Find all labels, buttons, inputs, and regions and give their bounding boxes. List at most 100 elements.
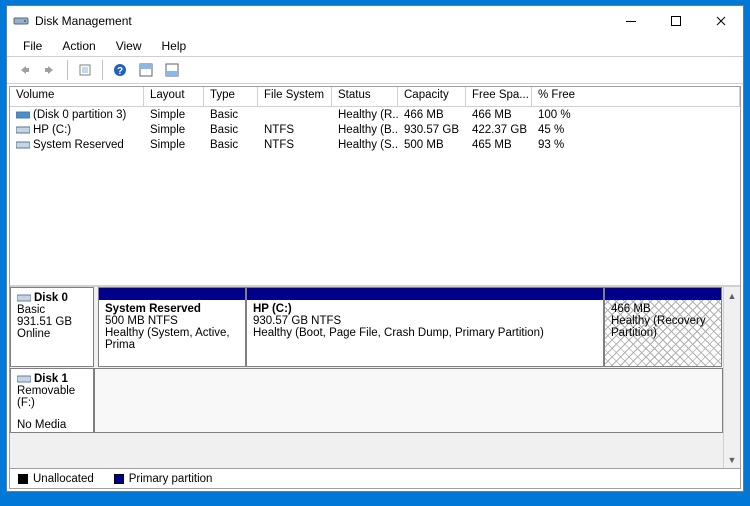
toolbar-separator bbox=[67, 60, 68, 80]
col-status[interactable]: Status bbox=[332, 87, 398, 106]
volume-row[interactable]: (Disk 0 partition 3) SimpleBasic Healthy (… bbox=[10, 107, 740, 122]
partition-status: Healthy (Boot, Page File, Crash Dump, Pr… bbox=[253, 327, 597, 339]
disk-row[interactable]: Disk 0 Basic 931.51 GB Online System Res… bbox=[10, 287, 723, 367]
drive-icon bbox=[16, 125, 30, 135]
partition-title: System Reserved bbox=[105, 303, 239, 315]
disk-title: Disk 0 bbox=[34, 292, 68, 304]
disk-info[interactable]: Disk 0 Basic 931.51 GB Online bbox=[10, 287, 94, 367]
partition-color-bar bbox=[247, 288, 603, 300]
view-bottom-button[interactable] bbox=[161, 59, 183, 81]
minimize-button[interactable] bbox=[608, 6, 653, 36]
col-free[interactable]: Free Spa... bbox=[466, 87, 532, 106]
volume-type: Basic bbox=[204, 137, 258, 152]
disk-graphical-view: Disk 0 Basic 931.51 GB Online System Res… bbox=[10, 287, 740, 468]
disk-type: Basic bbox=[17, 304, 87, 316]
disk-state: No Media bbox=[17, 419, 87, 431]
volume-pctfree: 100 % bbox=[532, 107, 740, 122]
close-button[interactable] bbox=[698, 6, 743, 36]
drive-icon bbox=[16, 140, 30, 150]
volume-list[interactable]: Volume Layout Type File System Status Ca… bbox=[10, 87, 740, 287]
col-layout[interactable]: Layout bbox=[144, 87, 204, 106]
disk-management-window: Disk Management File Action View Help ? … bbox=[6, 5, 744, 492]
scroll-down-button[interactable]: ▼ bbox=[725, 451, 740, 468]
col-volume[interactable]: Volume bbox=[10, 87, 144, 106]
disk-type: Removable (F:) bbox=[17, 385, 87, 409]
content-area: Volume Layout Type File System Status Ca… bbox=[9, 86, 741, 489]
volume-name: (Disk 0 partition 3) bbox=[33, 109, 126, 121]
disk-icon bbox=[17, 293, 31, 303]
col-capacity[interactable]: Capacity bbox=[398, 87, 466, 106]
menu-file[interactable]: File bbox=[15, 38, 50, 54]
volume-type: Basic bbox=[204, 107, 258, 122]
partition-status: Healthy (Recovery Partition) bbox=[611, 315, 715, 339]
toolbar-separator bbox=[102, 60, 103, 80]
volume-free: 466 MB bbox=[466, 107, 532, 122]
disk-icon bbox=[17, 374, 31, 384]
partition-status: Healthy (System, Active, Prima bbox=[105, 327, 239, 351]
volume-list-header: Volume Layout Type File System Status Ca… bbox=[10, 87, 740, 107]
refresh-button[interactable] bbox=[74, 59, 96, 81]
menu-help[interactable]: Help bbox=[154, 38, 195, 54]
volume-pctfree: 93 % bbox=[532, 137, 740, 152]
window-controls bbox=[608, 6, 743, 36]
volume-capacity: 466 MB bbox=[398, 107, 466, 122]
volume-fs: NTFS bbox=[258, 122, 332, 137]
back-button[interactable] bbox=[13, 59, 35, 81]
disk-info[interactable]: Disk 1 Removable (F:) No Media bbox=[10, 368, 94, 433]
view-top-button[interactable] bbox=[135, 59, 157, 81]
col-filesystem[interactable]: File System bbox=[258, 87, 332, 106]
col-pctfree[interactable]: % Free bbox=[532, 87, 740, 106]
partition-title: HP (C:) bbox=[253, 303, 597, 315]
legend: Unallocated Primary partition bbox=[10, 468, 740, 488]
legend-label: Primary partition bbox=[129, 473, 213, 485]
partition-hp-c[interactable]: HP (C:) 930.57 GB NTFS Healthy (Boot, Pa… bbox=[246, 287, 604, 367]
help-button[interactable]: ? bbox=[109, 59, 131, 81]
legend-primary: Primary partition bbox=[114, 473, 213, 485]
partition-system-reserved[interactable]: System Reserved 500 MB NTFS Healthy (Sys… bbox=[98, 287, 246, 367]
menubar: File Action View Help bbox=[7, 36, 743, 56]
volume-fs: NTFS bbox=[258, 137, 332, 152]
app-icon bbox=[13, 13, 29, 29]
volume-row[interactable]: HP (C:)SimpleBasicNTFSHealthy (B...930.5… bbox=[10, 122, 740, 137]
partition-color-bar bbox=[99, 288, 245, 300]
volume-layout: Simple bbox=[144, 107, 204, 122]
partition-size: 930.57 GB NTFS bbox=[253, 315, 597, 327]
partition-recovery[interactable]: 466 MB Healthy (Recovery Partition) bbox=[604, 287, 722, 367]
maximize-button[interactable] bbox=[653, 6, 698, 36]
volume-free: 465 MB bbox=[466, 137, 532, 152]
menu-action[interactable]: Action bbox=[54, 38, 103, 54]
no-media-area[interactable] bbox=[94, 368, 723, 433]
volume-row[interactable]: System ReservedSimpleBasicNTFSHealthy (S… bbox=[10, 137, 740, 152]
disk-title: Disk 1 bbox=[34, 373, 68, 385]
legend-label: Unallocated bbox=[33, 473, 94, 485]
forward-button[interactable] bbox=[39, 59, 61, 81]
window-title: Disk Management bbox=[35, 14, 608, 28]
disk-state: Online bbox=[17, 328, 87, 340]
volume-capacity: 500 MB bbox=[398, 137, 466, 152]
volume-status: Healthy (R... bbox=[332, 107, 398, 122]
volume-type: Basic bbox=[204, 122, 258, 137]
partition-size: 466 MB bbox=[611, 303, 715, 315]
disk-row[interactable]: Disk 1 Removable (F:) No Media bbox=[10, 368, 723, 433]
legend-swatch-black bbox=[18, 474, 28, 484]
col-type[interactable]: Type bbox=[204, 87, 258, 106]
volume-status: Healthy (B... bbox=[332, 122, 398, 137]
legend-swatch-blue bbox=[114, 474, 124, 484]
partition-size: 500 MB NTFS bbox=[105, 315, 239, 327]
volume-layout: Simple bbox=[144, 122, 204, 137]
volume-name: HP (C:) bbox=[33, 124, 71, 136]
menu-view[interactable]: View bbox=[108, 38, 150, 54]
svg-text:?: ? bbox=[117, 66, 123, 77]
volume-pctfree: 45 % bbox=[532, 122, 740, 137]
vertical-scrollbar[interactable]: ▲ ▼ bbox=[723, 287, 740, 468]
scroll-up-button[interactable]: ▲ bbox=[725, 287, 740, 304]
toolbar: ? bbox=[7, 56, 743, 84]
partition-color-bar bbox=[605, 288, 721, 300]
volume-free: 422.37 GB bbox=[466, 122, 532, 137]
volume-fs bbox=[258, 107, 332, 122]
titlebar: Disk Management bbox=[7, 6, 743, 36]
drive-icon bbox=[16, 110, 30, 120]
volume-status: Healthy (S... bbox=[332, 137, 398, 152]
disk-size: 931.51 GB bbox=[17, 316, 87, 328]
volume-name: System Reserved bbox=[33, 139, 124, 151]
